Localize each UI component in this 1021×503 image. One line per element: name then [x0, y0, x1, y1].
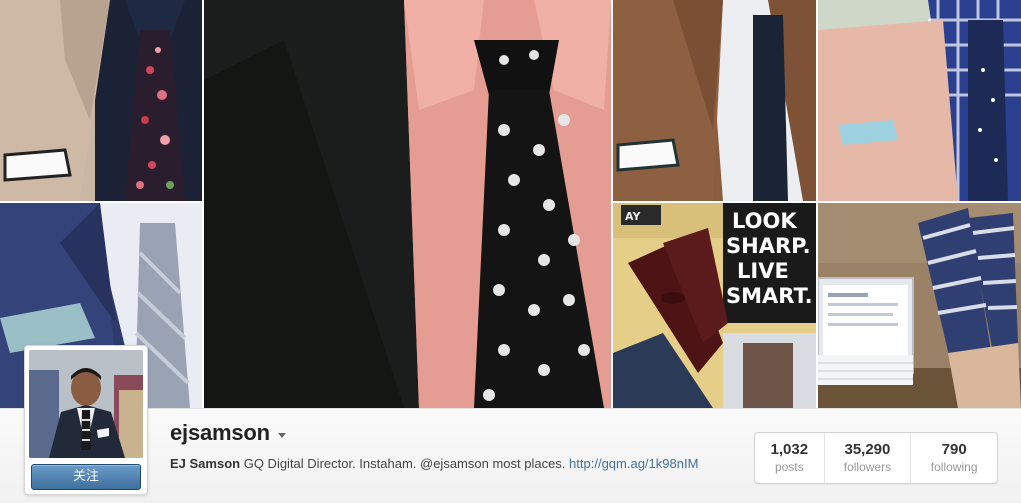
stat-followers-count: 35,290 [844, 441, 891, 458]
bag-tag-text: AY [625, 210, 641, 223]
chevron-down-icon[interactable] [277, 432, 286, 438]
photo-tile-knit-tie[interactable] [613, 0, 816, 201]
book-text-line-2: SHARP. [726, 234, 811, 258]
book-text-line-3: LIVE [737, 259, 789, 283]
follow-button[interactable]: 关注 [31, 464, 141, 490]
stat-posts-count: 1,032 [770, 441, 809, 458]
stat-posts-label: posts [774, 460, 804, 474]
avatar[interactable] [29, 350, 143, 458]
photo-knit-tie [613, 0, 816, 201]
photo-espadrilles [818, 203, 1021, 408]
photo-tile-polka-dot-tie[interactable] [204, 0, 611, 408]
stat-following[interactable]: 790 following [910, 433, 997, 483]
book-text-line-1: LOOK [732, 209, 797, 233]
username-row: ejsamson [170, 420, 286, 446]
photo-floral-tie [0, 0, 202, 201]
photo-tile-gingham-shirt[interactable] [818, 0, 1021, 201]
bio-text: GQ Digital Director. Instaham. @ejsamson… [243, 456, 566, 471]
book-text-line-4: SMART. [726, 284, 813, 308]
bio-link[interactable]: http://gqm.ag/1k98nIM [569, 456, 698, 471]
avatar-photo [29, 350, 143, 458]
profile-page: LOOK SHARP. LIVE SMART. AY 关注 ejsamson E… [0, 0, 1021, 503]
photo-tile-loafers-book[interactable]: LOOK SHARP. LIVE SMART. AY [613, 203, 816, 408]
profile-username: ejsamson [170, 420, 270, 445]
photo-gingham-shirt [818, 0, 1021, 201]
photo-mosaic: LOOK SHARP. LIVE SMART. AY [0, 0, 1021, 408]
profile-stats: 1,032 posts 35,290 followers 790 followi… [754, 432, 998, 484]
photo-tile-espadrilles[interactable] [818, 203, 1021, 408]
profile-full-name: EJ Samson [170, 456, 241, 471]
photo-tile-floral-tie[interactable] [0, 0, 202, 201]
stat-following-label: following [930, 460, 978, 474]
stat-following-count: 790 [941, 441, 967, 458]
photo-polka-dot-tie [204, 0, 611, 408]
stat-posts[interactable]: 1,032 posts [755, 433, 824, 483]
stat-followers-label: followers [843, 460, 892, 474]
photo-loafers-book: LOOK SHARP. LIVE SMART. AY [613, 203, 816, 408]
stat-followers[interactable]: 35,290 followers [823, 433, 911, 483]
avatar-card: 关注 [24, 345, 148, 495]
profile-bio: EJ Samson GQ Digital Director. Instaham.… [170, 456, 698, 471]
